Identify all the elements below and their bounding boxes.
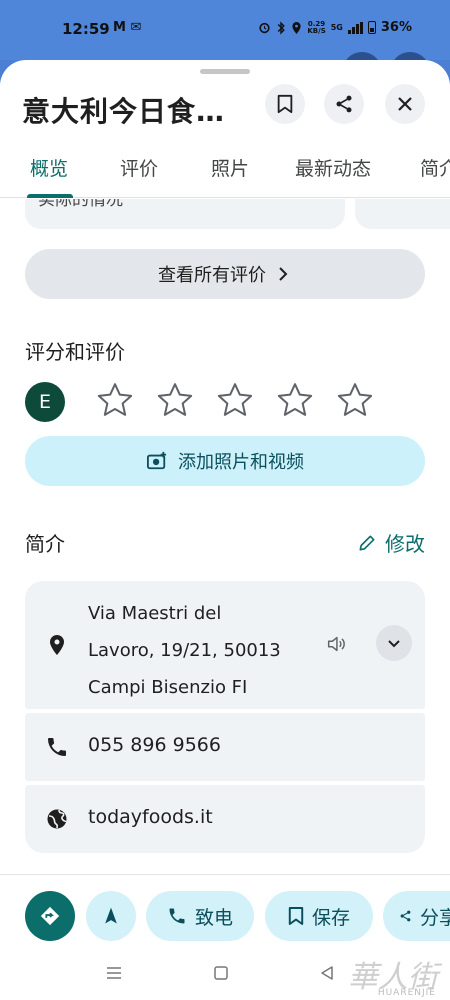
bookmark-button[interactable]	[265, 84, 305, 124]
call-button[interactable]: 致电	[146, 891, 254, 941]
share-label: 分享	[419, 906, 450, 929]
about-section-title: 简介	[25, 532, 65, 556]
menu-icon[interactable]	[105, 964, 123, 982]
alarm-icon	[259, 22, 271, 34]
star-5-icon[interactable]	[335, 380, 375, 420]
star-2-icon[interactable]	[155, 380, 195, 420]
share-icon	[336, 95, 352, 113]
address-line: Campi Bisenzio FI	[88, 677, 248, 698]
bookmark-icon	[277, 94, 293, 114]
share-icon	[400, 910, 411, 922]
star-1-icon[interactable]	[95, 380, 135, 420]
review-snippet-text: 实际的情况	[38, 199, 123, 210]
battery-icon	[367, 21, 376, 34]
chevron-right-icon	[279, 267, 288, 281]
phone-number: 055 896 9566	[88, 734, 221, 756]
edit-info-button[interactable]: 修改	[357, 528, 425, 557]
phone-row[interactable]: 055 896 9566	[25, 713, 425, 781]
action-bar: 致电 保存 分享	[0, 874, 450, 956]
tab-updates[interactable]: 最新动态	[295, 154, 371, 181]
phone-icon	[169, 908, 185, 924]
address-text: Via Maestri del Lavoro, 19/21, 50013 Cam…	[88, 595, 281, 706]
place-sheet: 意大利今日食… 概览 评价 照片 最新动态 简介 实际的情况 查看所有评价 评分…	[0, 60, 450, 1000]
location-icon	[292, 21, 301, 34]
address-line: Lavoro, 19/21, 50013	[88, 640, 281, 661]
status-bar: 12:59 M ✉ 0.29 KB/S 5G 36%	[0, 0, 450, 92]
close-icon	[398, 97, 412, 111]
website-row[interactable]: todayfoods.it	[25, 785, 425, 853]
directions-icon	[40, 906, 60, 926]
back-icon[interactable]	[318, 964, 336, 982]
star-3-icon[interactable]	[215, 380, 255, 420]
globe-icon	[47, 809, 67, 829]
website-link: todayfoods.it	[88, 806, 213, 828]
expand-address-button[interactable]	[376, 625, 412, 661]
star-4-icon[interactable]	[275, 380, 315, 420]
tab-reviews[interactable]: 评价	[120, 154, 158, 181]
speaker-icon[interactable]	[325, 633, 347, 655]
add-photo-icon	[147, 451, 167, 470]
save-button[interactable]: 保存	[265, 891, 373, 941]
tab-overview[interactable]: 概览	[30, 154, 68, 181]
share-header-button[interactable]	[324, 84, 364, 124]
user-avatar: E	[25, 382, 65, 422]
edit-info-label: 修改	[385, 532, 425, 556]
bluetooth-icon	[278, 20, 286, 35]
tab-about[interactable]: 简介	[420, 154, 450, 181]
network-speed: 0.29 KB/S	[307, 20, 326, 35]
add-photos-label: 添加照片和视频	[178, 452, 304, 473]
place-title: 意大利今日食…	[22, 95, 226, 128]
location-pin-icon	[50, 635, 64, 655]
notification-icons: M ✉	[113, 20, 142, 35]
share-button[interactable]: 分享	[383, 891, 450, 941]
home-icon[interactable]	[212, 964, 230, 982]
navigation-arrow-icon	[105, 907, 117, 924]
see-all-reviews-button[interactable]: 查看所有评价	[25, 249, 425, 299]
directions-button[interactable]	[25, 891, 75, 941]
tab-bar: 概览 评价 照片 最新动态 简介	[0, 142, 450, 198]
address-row[interactable]: Via Maestri del Lavoro, 19/21, 50013 Cam…	[25, 581, 425, 709]
rate-section-title: 评分和评价	[25, 340, 125, 364]
status-icons: 0.29 KB/S 5G 36%	[258, 20, 412, 35]
save-label: 保存	[311, 906, 350, 929]
pencil-icon	[359, 535, 375, 550]
watermark-subtext: HUARENJIE	[377, 988, 436, 998]
chevron-down-icon	[388, 640, 400, 648]
address-line: Via Maestri del	[88, 603, 222, 624]
review-snippet-card[interactable]	[355, 199, 450, 229]
speed-unit: KB/S	[307, 26, 326, 35]
drag-handle[interactable]	[200, 69, 250, 74]
call-label: 致电	[194, 906, 233, 929]
overview-content: 实际的情况 查看所有评价 评分和评价 E 添加照片和视频 简介 修改 Via M…	[0, 199, 450, 875]
bookmark-icon	[288, 907, 304, 925]
start-navigation-button[interactable]	[86, 891, 136, 941]
active-tab-indicator	[27, 194, 73, 198]
system-nav-bar: 華人街 HUARENJIE	[0, 956, 450, 1000]
battery-level: 36%	[380, 20, 412, 35]
tab-photos[interactable]: 照片	[211, 154, 249, 181]
signal-icon	[347, 21, 363, 34]
phone-icon	[48, 738, 66, 756]
close-button[interactable]	[385, 84, 425, 124]
status-time: 12:59	[62, 20, 110, 38]
see-all-reviews-label: 查看所有评价	[158, 265, 266, 286]
add-photos-button[interactable]: 添加照片和视频	[25, 436, 425, 486]
network-type: 5G	[330, 23, 343, 32]
